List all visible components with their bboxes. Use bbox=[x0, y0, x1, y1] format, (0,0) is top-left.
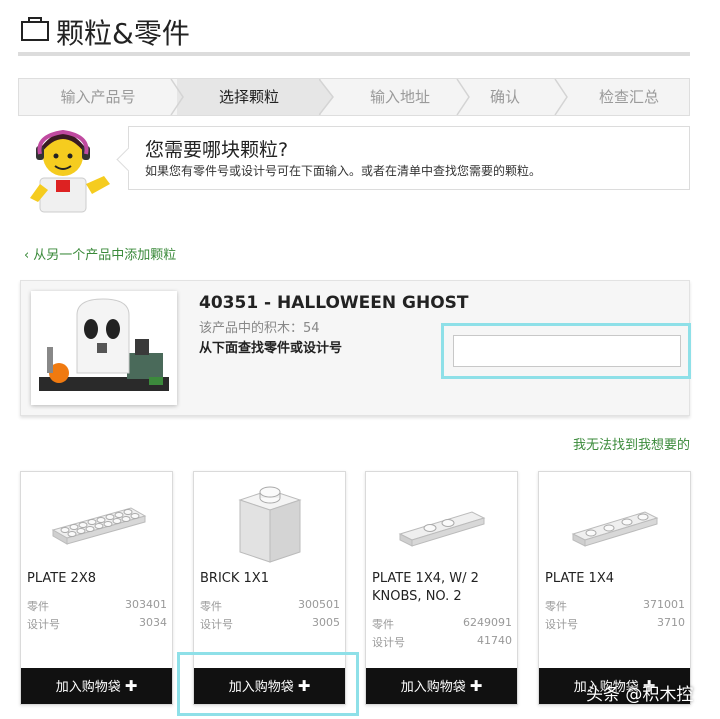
part-number-label: 零件 bbox=[372, 618, 394, 631]
search-hint: 从下面查找零件或设计号 bbox=[199, 341, 343, 356]
page-title: 颗粒&零件 bbox=[56, 17, 190, 50]
cant-find-link[interactable]: 我无法找到我想要的 bbox=[573, 434, 690, 453]
design-number-label: 设计号 bbox=[27, 618, 60, 631]
design-number-value: 3005 bbox=[312, 616, 340, 629]
guide-text: 如果您有零件号或设计号可在下面输入。或者在清单中查找您需要的颗粒。 bbox=[145, 164, 542, 178]
design-number-value: 3034 bbox=[139, 616, 167, 629]
step-enter-address[interactable]: 输入地址 bbox=[337, 79, 463, 115]
design-number-row: 设计号 3710 bbox=[545, 616, 685, 634]
plus-icon: ✚ bbox=[469, 677, 483, 695]
part-number-row: 零件 371001 bbox=[545, 598, 685, 616]
part-number-row: 零件 6249091 bbox=[372, 616, 512, 634]
part-card: BRICK 1X1 零件 300501 设计号 3005 加入购物袋 ✚ bbox=[193, 471, 346, 705]
page-header: 颗粒&零件 bbox=[18, 10, 690, 56]
part-number-label: 零件 bbox=[200, 600, 222, 613]
chevron-left-icon: ‹ bbox=[24, 248, 30, 263]
step-confirm[interactable]: 确认 bbox=[471, 79, 539, 115]
part-number-value: 303401 bbox=[125, 598, 167, 611]
design-number-row: 设计号 41740 bbox=[372, 634, 512, 652]
part-card: PLATE 1X4, W/ 2 KNOBS, NO. 2 零件 6249091 设… bbox=[365, 471, 518, 705]
design-number-value: 41740 bbox=[477, 634, 512, 647]
design-number-row: 设计号 3034 bbox=[27, 616, 167, 634]
add-to-bag-label: 加入购物袋 bbox=[400, 680, 466, 695]
product-image bbox=[31, 291, 177, 405]
part-name: PLATE 2X8 bbox=[27, 571, 96, 586]
part-image bbox=[238, 486, 302, 563]
part-number-value: 6249091 bbox=[463, 616, 512, 629]
watermark: 头条 @积木控 bbox=[586, 685, 694, 705]
step-enter-product[interactable]: 输入产品号 bbox=[19, 79, 177, 115]
part-name: BRICK 1X1 bbox=[200, 571, 269, 586]
part-number-row: 零件 300501 bbox=[200, 598, 340, 616]
search-highlight bbox=[441, 323, 691, 379]
design-number-label: 设计号 bbox=[545, 618, 578, 631]
add-to-bag-label: 加入购物袋 bbox=[55, 680, 121, 695]
step-select-bricks[interactable]: 选择颗粒 bbox=[177, 79, 321, 115]
product-brick-count: 该产品中的积木：54 bbox=[199, 321, 320, 336]
design-number-label: 设计号 bbox=[200, 618, 233, 631]
plus-icon: ✚ bbox=[297, 677, 311, 695]
part-number-value: 300501 bbox=[298, 598, 340, 611]
part-number-row: 零件 303401 bbox=[27, 598, 167, 616]
part-number-label: 零件 bbox=[545, 600, 567, 613]
step-review[interactable]: 检查汇总 bbox=[569, 79, 689, 115]
add-to-bag-button[interactable]: 加入购物袋 ✚ bbox=[366, 668, 517, 704]
part-number-value: 371001 bbox=[643, 598, 685, 611]
part-image bbox=[51, 507, 147, 545]
step-divider bbox=[170, 79, 184, 115]
add-to-bag-label: 加入购物袋 bbox=[228, 680, 294, 695]
checkout-steps: 输入产品号 选择颗粒 输入地址 确认 检查汇总 bbox=[18, 78, 690, 116]
product-panel: 40351 - HALLOWEEN GHOST 该产品中的积木：54 从下面查找… bbox=[20, 280, 691, 416]
back-link-label: 从另一个产品中添加颗粒 bbox=[33, 248, 177, 263]
step-divider bbox=[319, 79, 334, 115]
part-name: PLATE 1X4 bbox=[545, 571, 614, 586]
minifigure-avatar bbox=[30, 129, 110, 213]
step-divider bbox=[456, 79, 470, 115]
add-from-another-product-link[interactable]: ‹ 从另一个产品中添加颗粒 bbox=[24, 244, 176, 263]
add-to-bag-button[interactable]: 加入购物袋 ✚ bbox=[194, 668, 345, 704]
design-number-value: 3710 bbox=[657, 616, 685, 629]
part-card: PLATE 1X4 零件 371001 设计号 3710 加入购物袋 ✚ bbox=[538, 471, 691, 705]
step-divider bbox=[554, 79, 568, 115]
add-to-bag-button[interactable]: 加入购物袋 ✚ bbox=[21, 668, 172, 704]
bag-icon bbox=[21, 17, 49, 41]
part-image bbox=[571, 511, 659, 547]
part-image bbox=[398, 511, 486, 547]
part-name: PLATE 1X4, W/ 2 KNOBS, NO. 2 bbox=[372, 571, 479, 604]
product-name: 40351 - HALLOWEEN GHOST bbox=[199, 293, 469, 313]
design-number-label: 设计号 bbox=[372, 636, 405, 649]
design-number-row: 设计号 3005 bbox=[200, 616, 340, 634]
part-number-label: 零件 bbox=[27, 600, 49, 613]
part-search-input[interactable] bbox=[453, 335, 681, 367]
plus-icon: ✚ bbox=[124, 677, 138, 695]
guide-title: 您需要哪块颗粒? bbox=[145, 139, 289, 161]
guide-bubble: 您需要哪块颗粒? 如果您有零件号或设计号可在下面输入。或者在清单中查找您需要的颗… bbox=[128, 126, 690, 190]
part-card: PLATE 2X8 零件 303401 设计号 3034 加入购物袋 ✚ bbox=[20, 471, 173, 705]
